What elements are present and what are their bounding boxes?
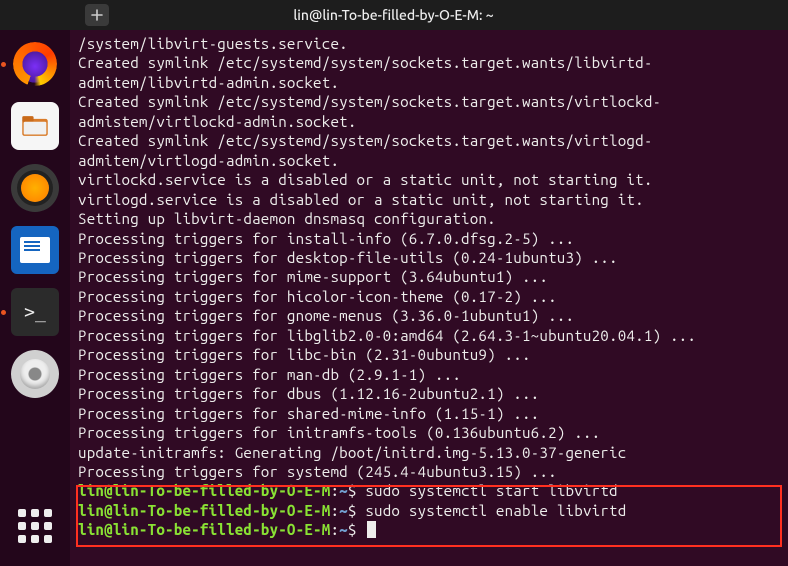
terminal-line: Processing triggers for install-info (6.… xyxy=(78,229,782,248)
terminal-line: update-initramfs: Generating /boot/initr… xyxy=(78,443,782,462)
cursor xyxy=(367,521,376,538)
show-applications-button[interactable] xyxy=(11,502,59,550)
terminal-line: Processing triggers for mime-support (3.… xyxy=(78,267,782,286)
terminal-line: Created symlink /etc/systemd/system/sock… xyxy=(78,92,782,131)
terminal-line: Processing triggers for dbus (1.12.16-2u… xyxy=(78,384,782,403)
terminal-line: virtlockd.service is a disabled or a sta… xyxy=(78,170,782,189)
terminal-line: Setting up libvirt-daemon dnsmasq config… xyxy=(78,209,782,228)
window-title: lin@lin-To-be-filled-by-O-E-M: ~ xyxy=(109,7,678,23)
terminal-line: Created symlink /etc/systemd/system/sock… xyxy=(78,53,782,92)
terminal-line: Processing triggers for man-db (2.9.1-1)… xyxy=(78,365,782,384)
prompt-line: lin@lin-To-be-filled-by-O-E-M:~$ sudo sy… xyxy=(78,501,782,520)
firefox-icon[interactable] xyxy=(11,40,59,88)
terminal-line: Created symlink /etc/systemd/system/sock… xyxy=(78,131,782,170)
terminal-line: Processing triggers for initramfs-tools … xyxy=(78,423,782,442)
libreoffice-writer-icon[interactable] xyxy=(11,226,59,274)
files-icon[interactable] xyxy=(11,102,59,150)
dock: >_ xyxy=(0,30,70,566)
terminal-line: Processing triggers for desktop-file-uti… xyxy=(78,248,782,267)
terminal-icon[interactable]: >_ xyxy=(11,288,59,336)
terminal-line: Processing triggers for systemd (245.4-4… xyxy=(78,462,782,481)
prompt-line: lin@lin-To-be-filled-by-O-E-M:~$ sudo sy… xyxy=(78,481,782,500)
terminal-line: Processing triggers for hicolor-icon-the… xyxy=(78,287,782,306)
new-tab-button[interactable] xyxy=(85,4,109,26)
rhythmbox-icon[interactable] xyxy=(11,164,59,212)
terminal-line: Processing triggers for shared-mime-info… xyxy=(78,404,782,423)
terminal-line: /system/libvirt-guests.service. xyxy=(78,34,782,53)
prompt-line: lin@lin-To-be-filled-by-O-E-M:~$ xyxy=(78,520,782,539)
title-bar: lin@lin-To-be-filled-by-O-E-M: ~ xyxy=(0,0,788,30)
terminal-line: Processing triggers for libglib2.0-0:amd… xyxy=(78,326,782,345)
terminal-output[interactable]: /system/libvirt-guests.service.Created s… xyxy=(70,30,788,566)
terminal-line: Processing triggers for gnome-menus (3.3… xyxy=(78,306,782,325)
terminal-line: Processing triggers for libc-bin (2.31-0… xyxy=(78,345,782,364)
disks-icon[interactable] xyxy=(11,350,59,398)
terminal-line: virtlogd.service is a disabled or a stat… xyxy=(78,190,782,209)
